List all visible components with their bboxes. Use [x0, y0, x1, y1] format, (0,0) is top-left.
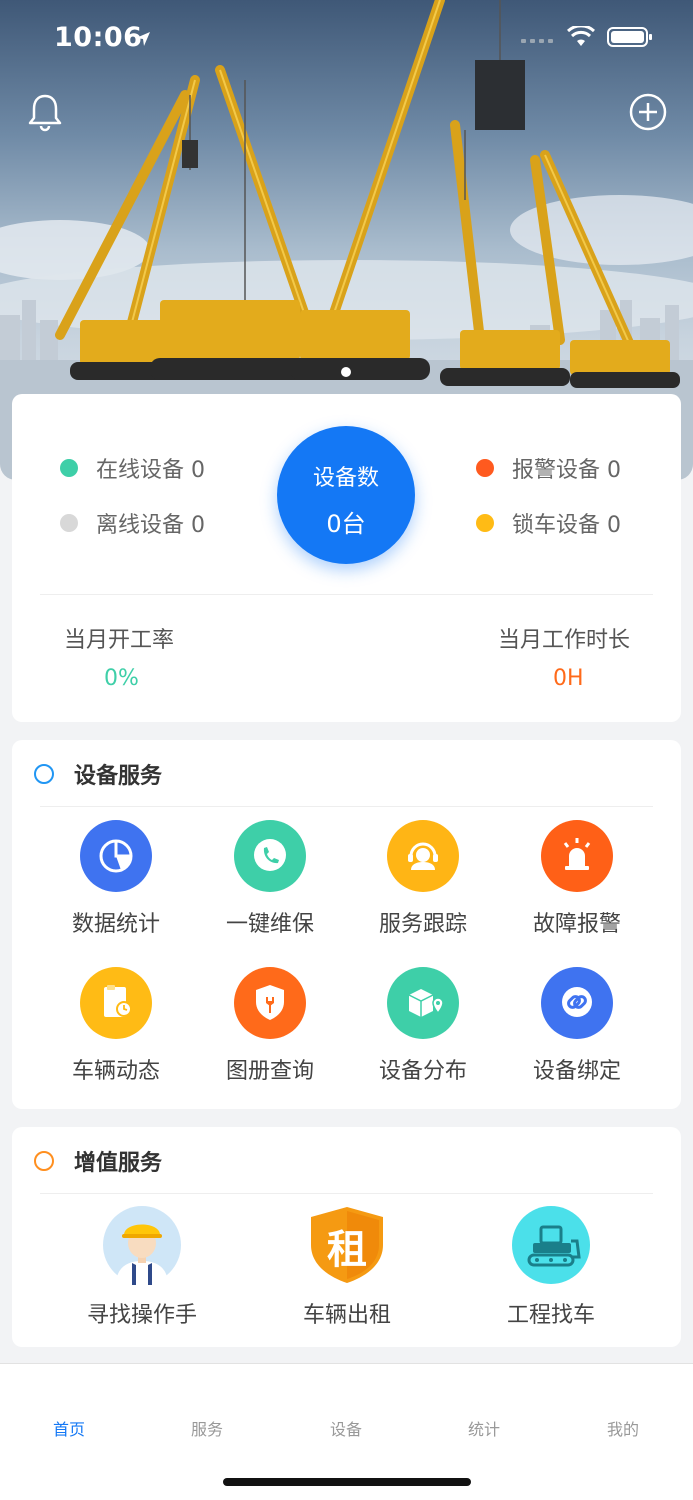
vehicle-rental-label: 车辆出租 — [302, 1303, 391, 1328]
atlas-query-label: 图册查询 — [225, 1059, 314, 1084]
fault-alarm-label: 故障报警 — [532, 912, 621, 937]
wifi-icon — [567, 26, 595, 46]
device-binding-label: 设备绑定 — [532, 1059, 621, 1084]
device-distribution-label: 设备分布 — [378, 1059, 467, 1084]
tab-service[interactable]: 服务 — [167, 1416, 247, 1440]
alarm-devices-label: 报警设备 0 — [512, 458, 621, 483]
vehicle-rental-item[interactable]: 租 车辆出租 — [257, 1205, 437, 1329]
location-arrow-icon — [136, 32, 150, 46]
monthly-hours-label: 当月工作时长 — [498, 628, 631, 653]
fault-alarm-item[interactable]: 故障报警 — [502, 820, 652, 938]
lock-dot — [476, 514, 494, 532]
headset-icon — [387, 820, 459, 892]
service-tracking-item[interactable]: 服务跟踪 — [348, 820, 498, 938]
vehicle-dynamics-label: 车辆动态 — [71, 1059, 160, 1084]
device-count-value: 0台 — [326, 510, 366, 538]
data-stats-item[interactable]: 数据统计 — [41, 820, 191, 938]
device-count-circle[interactable]: 设备数 0台 — [277, 426, 415, 564]
tab-statistics[interactable]: 统计 — [444, 1416, 524, 1440]
device-service-header: 设备服务 — [34, 758, 162, 790]
locked-devices-label: 锁车设备 0 — [512, 513, 621, 538]
one-click-maintenance-label: 一键维保 — [225, 912, 314, 937]
bell-icon[interactable] — [26, 92, 64, 132]
section-ring-icon — [34, 1151, 54, 1171]
status-time: 10:06 — [54, 22, 143, 53]
rent-shield-icon: 租 — [307, 1205, 387, 1285]
data-stats-label: 数据统计 — [71, 912, 160, 937]
offline-devices-label: 离线设备 0 — [96, 513, 205, 538]
pie-chart-icon — [80, 820, 152, 892]
device-service-title: 设备服务 — [74, 764, 163, 789]
service-tracking-label: 服务跟踪 — [378, 912, 467, 937]
rent-badge-text: 租 — [327, 1227, 367, 1273]
offline-dot — [60, 514, 78, 532]
vehicle-dynamics-item[interactable]: 车辆动态 — [41, 967, 191, 1085]
worker-icon — [102, 1205, 182, 1285]
add-circle-icon[interactable] — [628, 92, 668, 132]
device-summary-card: 在线设备 0 离线设备 0 设备数 0台 报警设备 0 锁车设备 0 当月开工率… — [12, 394, 681, 722]
section-ring-icon — [34, 764, 54, 784]
monthly-rate-label: 当月开工率 — [64, 628, 175, 653]
status-bar: 10:06 — [0, 0, 693, 80]
device-binding-item[interactable]: 设备绑定 — [502, 967, 652, 1085]
find-operator-item[interactable]: 寻找操作手 — [52, 1205, 232, 1329]
tab-mine[interactable]: 我的 — [583, 1416, 663, 1440]
engineering-find-vehicle-label: 工程找车 — [506, 1303, 595, 1328]
alarm-dot — [476, 459, 494, 477]
signal-icon — [521, 39, 553, 43]
engineering-find-vehicle-item[interactable]: 工程找车 — [461, 1205, 641, 1329]
offline-devices[interactable]: 离线设备 0 — [60, 507, 205, 539]
online-devices-label: 在线设备 0 — [96, 458, 205, 483]
monthly-hours-value: 0H — [553, 666, 584, 691]
locked-devices[interactable]: 锁车设备 0 — [476, 507, 621, 539]
online-dot — [60, 459, 78, 477]
device-distribution-item[interactable]: 设备分布 — [348, 967, 498, 1085]
device-count-label: 设备数 — [312, 466, 379, 491]
tab-home[interactable]: 首页 — [29, 1416, 109, 1440]
map-box-icon — [387, 967, 459, 1039]
carousel-dot[interactable] — [341, 367, 351, 377]
divider — [40, 806, 653, 807]
divider — [40, 1193, 653, 1194]
monthly-rate-value: 0% — [104, 666, 139, 691]
value-service-title: 增值服务 — [74, 1151, 163, 1176]
home-indicator — [223, 1478, 471, 1486]
siren-icon — [541, 820, 613, 892]
tab-devices[interactable]: 设备 — [306, 1416, 386, 1440]
alarm-devices[interactable]: 报警设备 0 — [476, 452, 621, 484]
online-devices[interactable]: 在线设备 0 — [60, 452, 205, 484]
divider — [40, 594, 653, 595]
value-service-header: 增值服务 — [34, 1145, 162, 1177]
find-operator-label: 寻找操作手 — [86, 1303, 197, 1328]
battery-icon — [607, 27, 652, 47]
link-icon — [541, 967, 613, 1039]
phone-icon — [234, 820, 306, 892]
wrench-shield-icon — [234, 967, 306, 1039]
bulldozer-icon — [511, 1205, 591, 1285]
one-click-maintenance-item[interactable]: 一键维保 — [195, 820, 345, 938]
device-service-card: 设备服务 数据统计 一键维保 服务跟踪 故障报警 车辆动态 图册查询 设备分布 … — [12, 740, 681, 1109]
value-added-service-card: 增值服务 寻找操作手 租 车辆出租 工程找车 — [12, 1127, 681, 1347]
document-clock-icon — [80, 967, 152, 1039]
atlas-query-item[interactable]: 图册查询 — [195, 967, 345, 1085]
